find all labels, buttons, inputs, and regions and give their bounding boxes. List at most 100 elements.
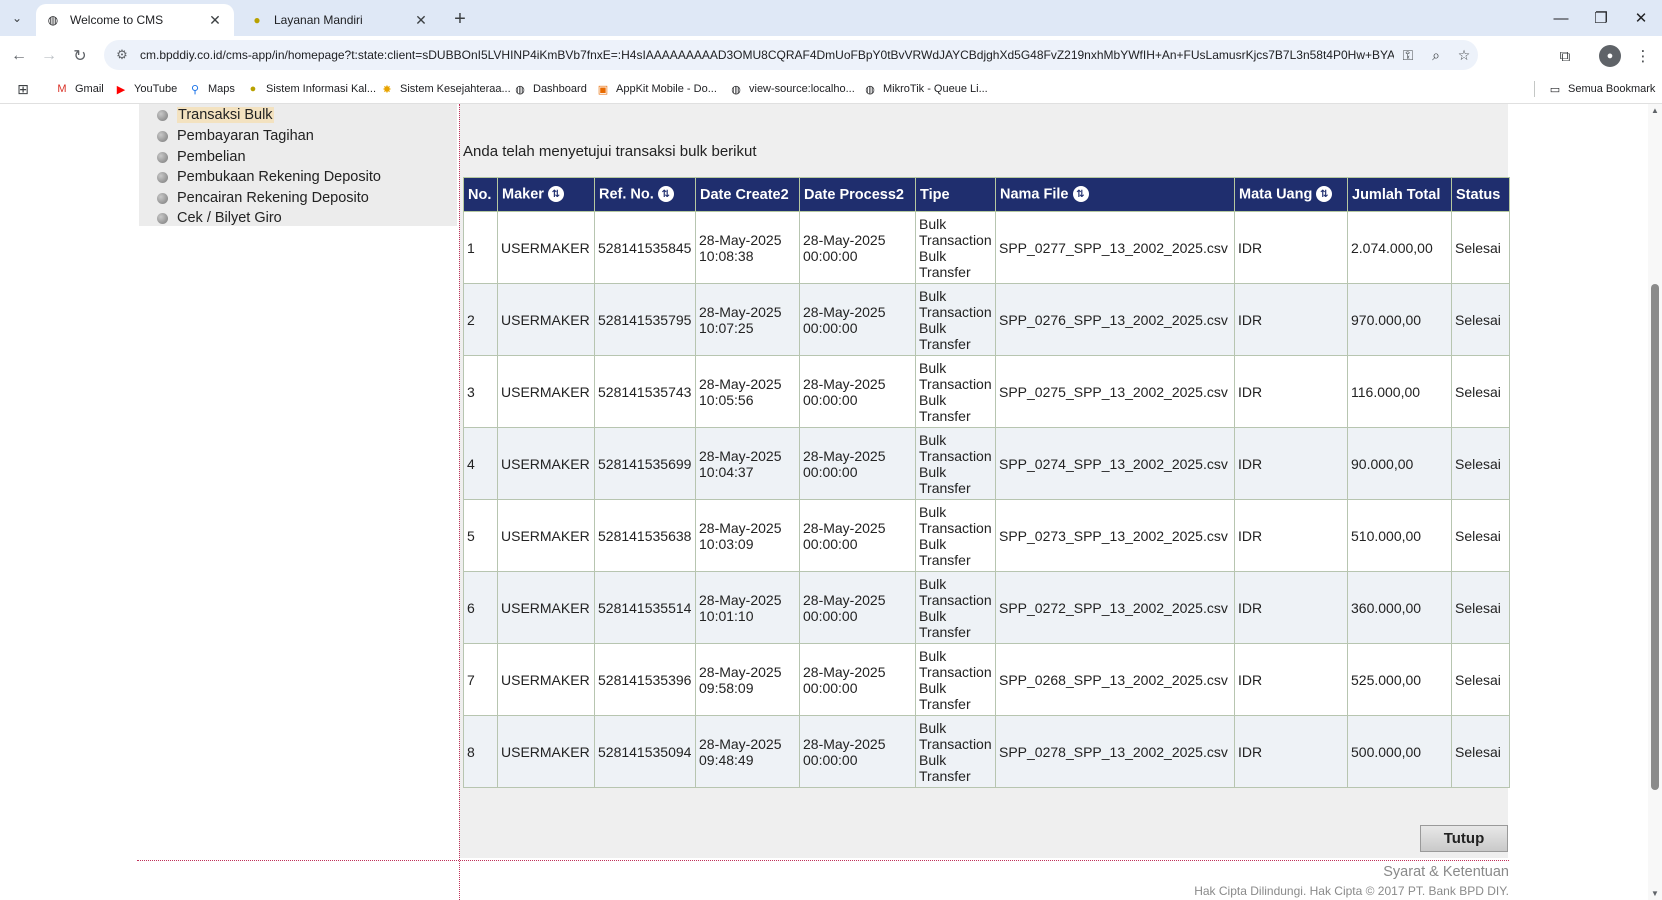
sidebar-item-transaksi-bulk[interactable]: Transaksi Bulk [157, 105, 274, 125]
cell-jumlah-total-text: 500.000,00 [1351, 743, 1422, 760]
cell-jumlah-total: 970.000,00 [1347, 283, 1452, 356]
cell-tipe-text: Transfer [919, 623, 971, 640]
cell-date-create: 28-May-2025 10:08:38 [695, 211, 800, 284]
cell-date-process-text: 28-May-2025 [803, 663, 886, 680]
cell-date-process-text: 00:00:00 [803, 535, 858, 552]
cell-ref-no: 528141535743 [594, 355, 696, 428]
column-label: Tipe [920, 186, 950, 203]
sidebar-item-pembayaran-tagihan[interactable]: Pembayaran Tagihan [157, 126, 314, 146]
new-tab-plus-icon[interactable]: + [448, 7, 472, 31]
bookmark-star-icon[interactable]: ☆ [1450, 47, 1478, 64]
sort-icon[interactable]: ⇅ [657, 186, 674, 203]
col-header-ref-no[interactable]: Ref. No. ⇅ [594, 177, 696, 212]
cell-date-process-text: 28-May-2025 [803, 375, 886, 392]
bookmark-sistem-informasi[interactable]: ● Sistem Informasi Kal... [246, 79, 376, 99]
cell-date-process-text: 28-May-2025 [803, 303, 886, 320]
cell-mata-uang: IDR [1234, 643, 1348, 716]
cell-jumlah-total-text: 2.074.000,00 [1351, 239, 1433, 256]
page-scrollbar[interactable]: ▲ ▼ [1648, 104, 1662, 900]
profile-avatar-icon[interactable]: ● [1599, 45, 1621, 67]
restore-icon[interactable]: ❐ [1581, 6, 1621, 30]
cell-date-process-text: 00:00:00 [803, 679, 858, 696]
scrollbar-thumb[interactable] [1651, 284, 1659, 790]
bookmark-label: Sistem Informasi Kal... [266, 83, 377, 95]
reload-icon[interactable]: ↻ [67, 43, 93, 69]
forward-arrow-icon[interactable]: → [36, 43, 62, 69]
bookmark-view-source[interactable]: ◍ view-source:localho... [729, 79, 855, 99]
bookmark-maps[interactable]: ⚲ Maps [188, 79, 235, 99]
sidebar-item-pembelian[interactable]: Pembelian [157, 147, 246, 167]
cell-date-process: 28-May-2025 00:00:00 [799, 283, 916, 356]
terms-link[interactable]: Syarat & Ketentuan [1280, 864, 1509, 880]
sidebar-item-pembukaan-deposito[interactable]: Pembukaan Rekening Deposito [157, 167, 381, 187]
bookmark-dashboard[interactable]: ◍ Dashboard [513, 79, 587, 99]
bullet-icon [157, 130, 168, 142]
browser-menu-icon[interactable]: ⋮ [1630, 43, 1656, 69]
cell-ref-no: 528141535396 [594, 643, 696, 716]
bookmark-youtube[interactable]: ▶ YouTube [114, 79, 177, 99]
cell-jumlah-total: 360.000,00 [1347, 571, 1452, 644]
tab-welcome-cms[interactable]: ◍ Welcome to CMS ✕ [36, 4, 234, 36]
cell-date-create-text: 09:58:09 [699, 679, 754, 696]
bookmark-appkit[interactable]: ▣ AppKit Mobile - Do... [596, 79, 717, 99]
sort-icon[interactable]: ⇅ [547, 186, 564, 203]
tutup-button[interactable]: Tutup [1420, 825, 1508, 852]
sort-icon[interactable]: ⇅ [1072, 186, 1089, 203]
site-settings-icon[interactable]: ⚙ [112, 47, 132, 63]
col-header-mata-uang[interactable]: Mata Uang ⇅ [1234, 177, 1348, 212]
zoom-icon[interactable]: ⌕ [1422, 47, 1450, 64]
cell-date-create-text: 28-May-2025 [699, 591, 782, 608]
cell-no: 6 [463, 571, 498, 644]
sidebar-item-cek-bilyet-giro[interactable]: Cek / Bilyet Giro [157, 208, 282, 228]
cell-date-create: 28-May-2025 10:04:37 [695, 427, 800, 500]
cell-nama-file-text: SPP_0273_SPP_13_2002_2025.csv [999, 527, 1228, 544]
youtube-icon: ▶ [116, 83, 126, 96]
bullet-icon [157, 192, 168, 204]
scroll-up-arrow-icon[interactable]: ▲ [1651, 106, 1659, 115]
bulk-transaction-table: No. Maker ⇅ Ref. No. ⇅ Date Create2 Date P… [463, 177, 1510, 788]
cell-nama-file-text: SPP_0272_SPP_13_2002_2025.csv [999, 599, 1228, 616]
apps-grid-icon[interactable]: ⊞ [14, 80, 32, 98]
cell-ref-no-text: 528141535743 [598, 383, 692, 400]
cell-jumlah-total: 525.000,00 [1347, 643, 1452, 716]
cell-mata-uang: IDR [1234, 211, 1348, 284]
scroll-down-arrow-icon[interactable]: ▼ [1651, 889, 1659, 898]
col-header-date-create: Date Create2 [695, 177, 800, 212]
cell-date-process: 28-May-2025 00:00:00 [799, 211, 916, 284]
cell-tipe-text: Transaction [919, 663, 992, 680]
address-bar[interactable]: ⚙ cm.bpddiy.co.id/cms-app/in/homepage?t:… [104, 40, 1478, 70]
close-icon[interactable]: ✕ [412, 11, 430, 29]
cell-maker: USERMAKER [497, 715, 595, 788]
all-bookmarks-folder[interactable]: ▭ Semua Bookmark [1548, 79, 1656, 99]
bookmark-gmail[interactable]: M Gmail [55, 79, 103, 99]
cell-date-process-text: 00:00:00 [803, 319, 858, 336]
cell-no-text: 5 [467, 527, 475, 544]
minimize-icon[interactable]: — [1541, 6, 1581, 30]
cell-date-create-text: 28-May-2025 [699, 735, 782, 752]
cell-tipe: Bulk Transaction Bulk Transfer [915, 355, 996, 428]
tab-search-chevron-icon[interactable]: ⌄ [6, 7, 28, 29]
extensions-icon[interactable]: ⧉ [1552, 43, 1578, 69]
sidebar-item-pencairan-deposito[interactable]: Pencairan Rekening Deposito [157, 188, 369, 208]
cell-nama-file: SPP_0277_SPP_13_2002_2025.csv [995, 211, 1235, 284]
cell-no: 1 [463, 211, 498, 284]
cell-maker-text: USERMAKER [501, 311, 590, 328]
close-icon[interactable]: ✕ [206, 11, 224, 29]
bookmarks-bar: ⊞ M Gmail ▶ YouTube ⚲ Maps ● Sistem Informas… [0, 74, 1662, 104]
back-arrow-icon[interactable]: ← [6, 43, 32, 69]
cell-mata-uang: IDR [1234, 427, 1348, 500]
cell-date-process: 28-May-2025 00:00:00 [799, 571, 916, 644]
tab-layanan-mandiri[interactable]: ● Layanan Mandiri ✕ [240, 4, 440, 36]
sort-icon[interactable]: ⇅ [1316, 186, 1333, 203]
col-header-nama-file[interactable]: Nama File ⇅ [995, 177, 1235, 212]
cell-jumlah-total: 90.000,00 [1347, 427, 1452, 500]
col-header-maker[interactable]: Maker ⇅ [497, 177, 595, 212]
cell-tipe-text: Bulk [919, 575, 947, 592]
cell-tipe-text: Transaction [919, 591, 992, 608]
cell-maker: USERMAKER [497, 283, 595, 356]
window-close-icon[interactable]: ✕ [1621, 6, 1661, 30]
password-key-icon[interactable]: ⚿ [1394, 47, 1422, 64]
browser-toolbar: ← → ↻ ⚙ cm.bpddiy.co.id/cms-app/in/homep… [0, 36, 1662, 74]
bookmark-sistem-kesejahteraan[interactable]: ✸ Sistem Kesejahteraa... [380, 79, 510, 99]
bookmark-mikrotik[interactable]: ◍ MikroTik - Queue Li... [863, 79, 988, 99]
